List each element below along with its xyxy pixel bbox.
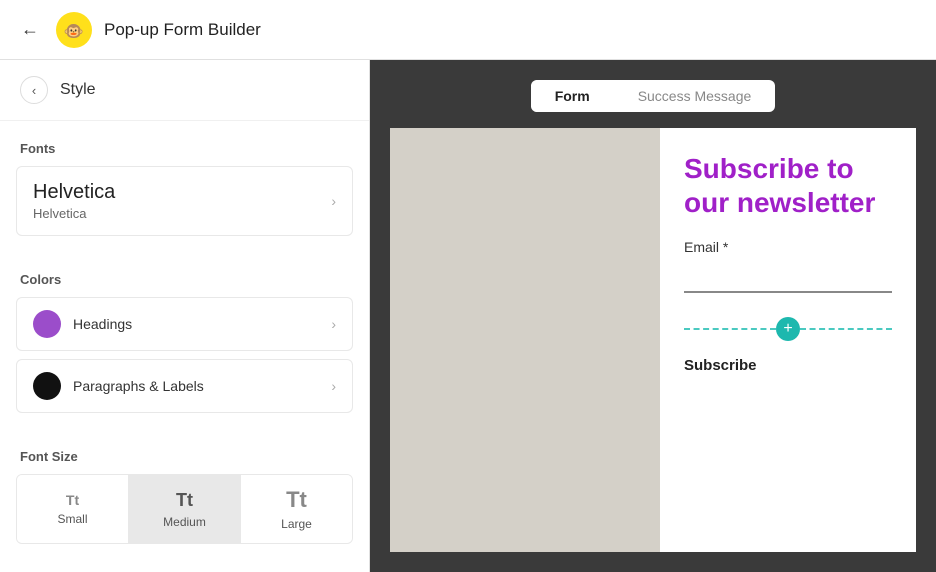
headings-chevron-icon: › xyxy=(331,316,336,332)
subscribe-button[interactable]: Subscribe xyxy=(684,357,892,374)
large-tt-icon: Tt xyxy=(286,487,307,513)
headings-color-label: Headings xyxy=(73,316,132,332)
mailchimp-logo: 🐵 xyxy=(56,12,92,48)
subscribe-title: Subscribe to our newsletter xyxy=(684,152,892,219)
divider-plus-row: + xyxy=(684,317,892,341)
font-size-large[interactable]: Tt Large xyxy=(241,475,352,543)
font-chevron-icon: › xyxy=(331,193,336,209)
paragraphs-color-label: Paragraphs & Labels xyxy=(73,378,204,394)
main-layout: ‹ Style Fonts Helvetica Helvetica › Colo… xyxy=(0,60,936,572)
small-label: Small xyxy=(57,512,87,526)
font-size-label: Font Size xyxy=(0,429,369,474)
tab-success[interactable]: Success Message xyxy=(614,80,776,112)
preview-image-placeholder xyxy=(390,128,660,552)
paragraphs-chevron-icon: › xyxy=(331,378,336,394)
fonts-section-label: Fonts xyxy=(0,121,369,166)
font-size-medium[interactable]: Tt Medium xyxy=(129,475,241,543)
topbar: ← 🐵 Pop-up Form Builder xyxy=(0,0,936,60)
colors-section: Colors Headings › Paragraphs & Labels › xyxy=(0,252,369,429)
preview-form: Subscribe to our newsletter Email * + Su… xyxy=(660,128,916,552)
font-name-display: Helvetica xyxy=(33,181,115,204)
topbar-back-button[interactable]: ← xyxy=(16,16,44,44)
back-arrow-icon: ← xyxy=(21,19,39,40)
font-size-small[interactable]: Tt Small xyxy=(17,475,129,543)
font-info: Helvetica Helvetica xyxy=(33,181,115,221)
headings-color-item[interactable]: Headings › xyxy=(16,297,353,351)
panel-back-button[interactable]: ‹ xyxy=(20,76,48,104)
font-size-options: Tt Small Tt Medium Tt Large xyxy=(16,474,353,544)
panel-header: ‹ Style xyxy=(0,60,369,121)
dashed-line-right xyxy=(800,328,892,330)
headings-color-dot xyxy=(33,310,61,338)
email-input[interactable] xyxy=(684,263,892,293)
form-toggle: Form Success Message xyxy=(531,80,776,112)
colors-section-label: Colors xyxy=(0,252,369,297)
paragraphs-color-dot xyxy=(33,372,61,400)
preview-area: Subscribe to our newsletter Email * + Su… xyxy=(390,128,916,552)
paragraphs-color-item[interactable]: Paragraphs & Labels › xyxy=(16,359,353,413)
headings-color-left: Headings xyxy=(33,310,132,338)
topbar-title: Pop-up Form Builder xyxy=(104,20,261,40)
dashed-line-left xyxy=(684,328,776,330)
font-size-section: Font Size Tt Small Tt Medium Tt Large xyxy=(0,429,369,552)
font-selector[interactable]: Helvetica Helvetica › xyxy=(16,166,353,236)
add-element-button[interactable]: + xyxy=(776,317,800,341)
svg-text:🐵: 🐵 xyxy=(64,22,84,40)
paragraphs-color-left: Paragraphs & Labels xyxy=(33,372,204,400)
medium-tt-icon: Tt xyxy=(176,490,193,511)
panel-title: Style xyxy=(60,81,96,99)
tab-form[interactable]: Form xyxy=(531,80,614,112)
email-label: Email * xyxy=(684,239,892,255)
medium-label: Medium xyxy=(163,515,206,529)
panel-back-icon: ‹ xyxy=(32,83,36,98)
font-sub-display: Helvetica xyxy=(33,206,115,221)
preview-panel: Form Success Message Subscribe to our ne… xyxy=(370,60,936,572)
style-panel: ‹ Style Fonts Helvetica Helvetica › Colo… xyxy=(0,60,370,572)
small-tt-icon: Tt xyxy=(66,492,79,508)
large-label: Large xyxy=(281,517,312,531)
